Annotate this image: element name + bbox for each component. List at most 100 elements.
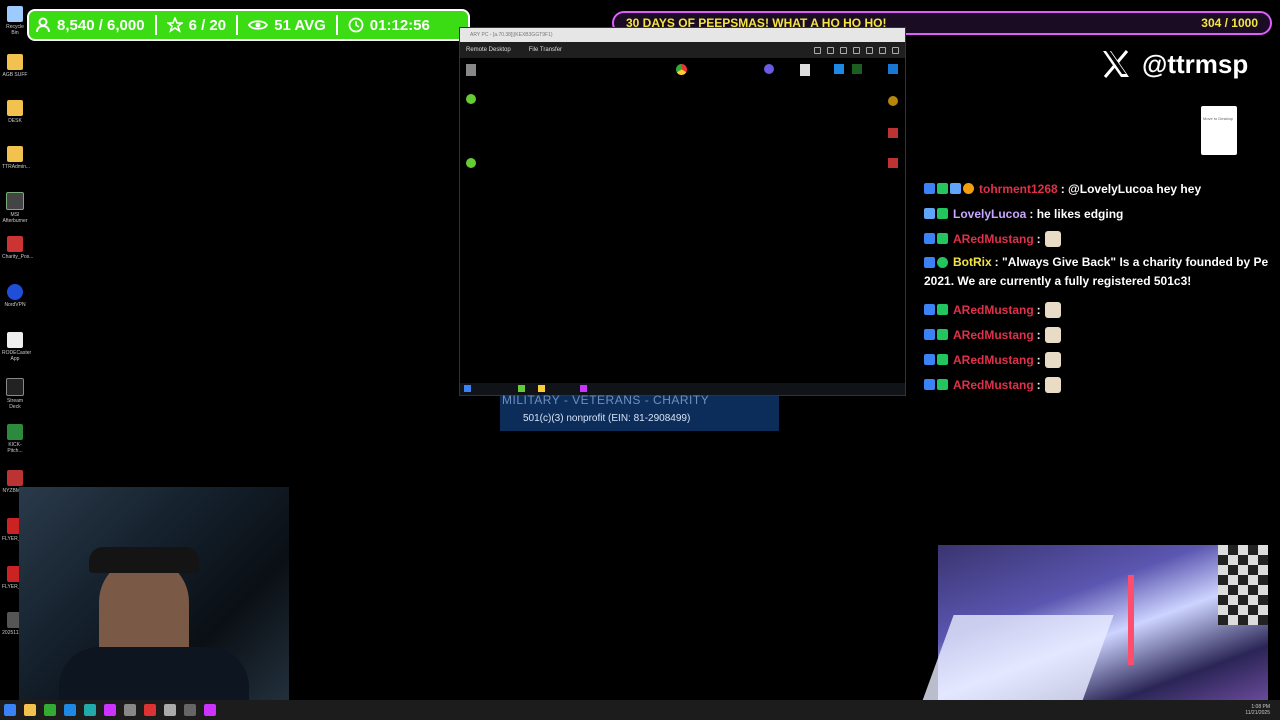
folder-icon[interactable] <box>538 385 545 392</box>
taskbar-app-icon[interactable] <box>104 704 116 716</box>
desk-shape <box>922 615 1114 701</box>
gift-badge-icon <box>924 208 935 219</box>
sub-badge-icon <box>937 208 948 219</box>
x-logo-icon <box>1103 50 1129 78</box>
tab-file-transfer[interactable]: File Transfer <box>529 47 562 53</box>
user-icon <box>36 17 50 33</box>
kick-file-icon[interactable]: KICK-Pitch... <box>2 424 28 454</box>
rodecaster-icon[interactable]: RODECaster App <box>2 332 31 362</box>
remote-app-icon[interactable] <box>888 64 898 74</box>
taskbar-app-icon[interactable] <box>580 385 587 392</box>
stream-time-stat: 01:12:56 <box>348 17 430 34</box>
system-clock[interactable]: 1:08 PM 11/21/2025 <box>1245 704 1280 716</box>
kick-badge-icon <box>924 329 935 340</box>
chat-username[interactable]: LovelyLucoa <box>953 207 1026 221</box>
steam-icon[interactable] <box>834 64 844 74</box>
eye-icon <box>248 20 269 30</box>
remote-app-icon[interactable] <box>888 128 898 138</box>
image-file-icon[interactable]: Charity_Pos... <box>2 236 33 260</box>
taskbar-app-icon[interactable] <box>44 704 56 716</box>
windows-taskbar: 1:08 PM 11/21/2025 <box>0 700 1280 720</box>
chat-message: ARedMustang : <box>924 226 1280 251</box>
display-icon[interactable] <box>827 46 834 54</box>
chrome-icon[interactable] <box>676 64 687 75</box>
emote-icon <box>1044 376 1061 393</box>
stream-deck-icon[interactable]: Stream Deck <box>2 378 28 410</box>
divider <box>236 15 239 35</box>
sub-badge-icon <box>937 379 948 390</box>
msi-afterburner-icon[interactable]: MSI Afterburner <box>2 192 28 224</box>
close-icon[interactable] <box>892 46 899 54</box>
taskbar-app-icon[interactable] <box>518 385 525 392</box>
remote-app-icon[interactable] <box>764 64 774 74</box>
taskbar-app-icon[interactable] <box>184 704 196 716</box>
chat-text-continued: 2021. We are currently a fully registere… <box>924 274 1192 288</box>
chat-message: tohrment1268 : @LovelyLucoa hey hey <box>924 176 1280 201</box>
recycle-bin-icon[interactable]: Recycle Bin <box>2 6 28 36</box>
move-to-desktop-tooltip[interactable]: Move to Desktop <box>1201 106 1237 155</box>
tab-remote-desktop[interactable]: Remote Desktop <box>466 47 511 53</box>
nordvpn-icon[interactable]: NordVPN <box>2 284 28 308</box>
chat-text: : he likes edging <box>1029 206 1124 221</box>
chat-message: LovelyLucoa : he likes edging <box>924 201 1280 226</box>
kick-badge-icon <box>924 354 935 365</box>
marquee-counter: 304 / 1000 <box>1201 16 1258 30</box>
chat-badges <box>924 256 948 268</box>
chat-message: ARedMustang : <box>924 372 1280 397</box>
chat-username[interactable]: ARedMustang <box>953 378 1034 392</box>
chat-message: ARedMustang : <box>924 297 1280 322</box>
chat-username[interactable]: ARedMustang <box>953 328 1034 342</box>
folder-icon[interactable]: DESK <box>2 100 28 124</box>
chat-username[interactable]: tohrment1268 <box>979 182 1058 196</box>
chat-username[interactable]: BotRix <box>953 255 992 269</box>
clock-icon <box>348 17 364 33</box>
chat-username[interactable]: ARedMustang <box>953 303 1034 317</box>
taskbar-app-icon[interactable] <box>84 704 96 716</box>
window-title: ARY PC - [a.70.38]|(KEXB3GGT9F1) <box>460 28 905 42</box>
taskbar-app-icon[interactable] <box>164 704 176 716</box>
charity-banner: MILITARY - VETERANS - CHARITY 501(c)(3) … <box>500 393 779 431</box>
chat-message: ARedMustang : <box>924 347 1280 372</box>
record-icon[interactable] <box>866 46 873 54</box>
stream-stats-bar: 8,540 / 6,000 6 / 20 51 AVG 01:12:56 <box>27 9 470 41</box>
taskbar-app-icon[interactable] <box>204 704 216 716</box>
chat-message: BotRix : "Always Give Back" Is a charity… <box>924 251 1280 297</box>
fullscreen-icon[interactable] <box>879 46 886 54</box>
taskbar-app-icon[interactable] <box>144 704 156 716</box>
taskbar-app-icon[interactable] <box>124 704 136 716</box>
chat-panel: tohrment1268 : @LovelyLucoa hey hey Love… <box>924 176 1280 397</box>
remote-app-icon[interactable] <box>466 94 476 104</box>
start-icon[interactable] <box>464 385 471 392</box>
remote-app-icon[interactable] <box>888 158 898 168</box>
settings-icon[interactable] <box>814 46 821 54</box>
remote-app-icon[interactable] <box>466 158 476 168</box>
chat-username[interactable]: ARedMustang <box>953 232 1034 246</box>
chat-text: : <box>1036 377 1041 392</box>
kick-badge-icon <box>924 233 935 244</box>
chat-text: : <box>1036 352 1041 367</box>
keyboard-icon[interactable] <box>840 46 847 54</box>
remote-recycle-icon[interactable] <box>466 64 476 76</box>
taskbar-app-icon[interactable] <box>64 704 76 716</box>
subs-stat: 6 / 20 <box>166 17 226 34</box>
emote-icon <box>1044 230 1061 247</box>
remote-app-icon[interactable] <box>888 96 898 106</box>
chat-text: : @LovelyLucoa hey hey <box>1060 181 1202 196</box>
sub-badge-icon <box>937 233 948 244</box>
chat-icon[interactable] <box>853 46 860 54</box>
file-explorer-icon[interactable] <box>24 704 36 716</box>
chat-username[interactable]: ARedMustang <box>953 353 1034 367</box>
start-icon[interactable] <box>4 704 16 716</box>
chat-badges <box>924 208 948 219</box>
verified-badge-icon <box>937 256 948 268</box>
chat-text: : <box>1036 327 1041 342</box>
vip-badge-icon <box>963 183 974 194</box>
remote-app-icon[interactable] <box>852 64 862 74</box>
divider <box>154 15 157 35</box>
charity-ein: 501(c)(3) nonprofit (EIN: 81-2908499) <box>523 413 691 424</box>
remote-file-icon[interactable] <box>800 64 810 76</box>
folder-icon[interactable]: AGB SUFF <box>2 54 28 78</box>
folder-icon[interactable]: TTRAdmin... <box>2 146 30 170</box>
kick-badge-icon <box>924 379 935 390</box>
remote-desktop-window[interactable]: ARY PC - [a.70.38]|(KEXB3GGT9F1) Remote … <box>459 27 906 396</box>
